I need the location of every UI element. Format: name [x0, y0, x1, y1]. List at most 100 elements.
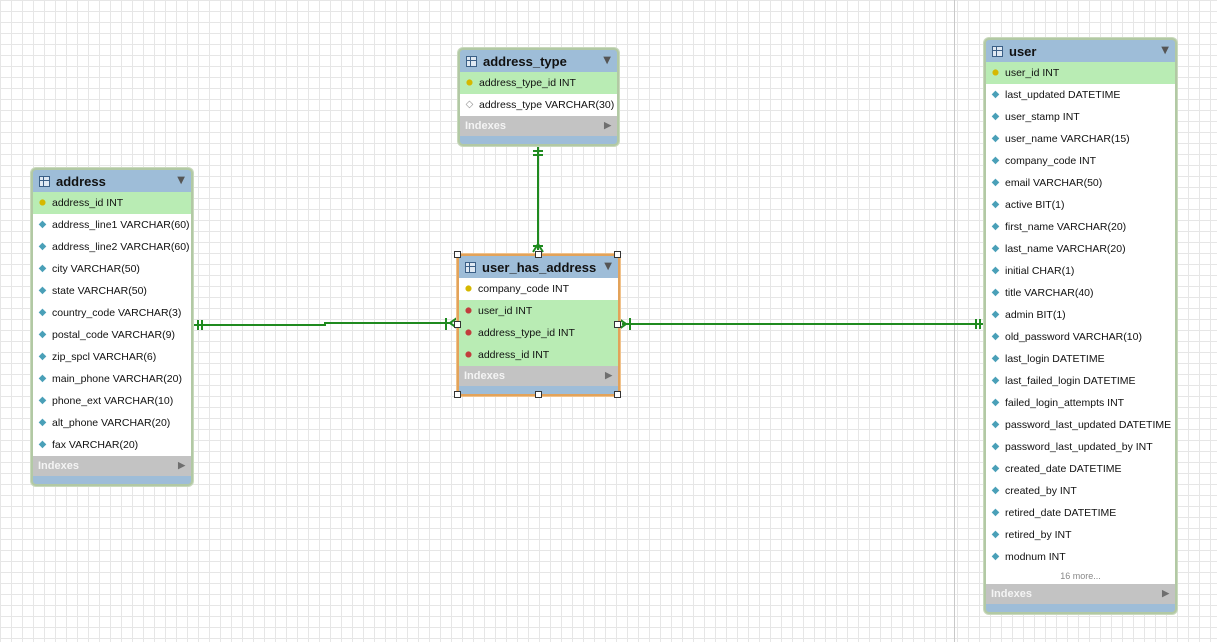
resize-handle-bottom-left[interactable] — [454, 391, 461, 398]
primary-key-icon: ⬤ — [466, 80, 473, 86]
column-row[interactable]: ⬤ address_id INT — [33, 192, 191, 214]
column-row[interactable]: ◆ main_phone VARCHAR(20) — [33, 368, 191, 390]
column-row[interactable]: ◆ password_last_updated DATETIME — [986, 414, 1175, 436]
column-diamond-icon: ◆ — [991, 529, 1000, 540]
table-address[interactable]: address ▼ ⬤ address_id INT ◆ address_line1 … — [31, 168, 193, 486]
column-diamond-icon: ◆ — [38, 439, 47, 450]
chevron-down-icon[interactable]: ▼ — [1161, 45, 1169, 56]
column-row[interactable]: ⬤ user_id INT — [986, 62, 1175, 84]
column-row[interactable]: ◆ failed_login_attempts INT — [986, 392, 1175, 414]
table-icon — [465, 261, 476, 273]
column-row[interactable]: ◆ created_by INT — [986, 480, 1175, 502]
column-diamond-icon: ◆ — [991, 155, 1000, 166]
indexes-label: Indexes — [991, 588, 1032, 600]
foreign-key-icon: ⬤ — [465, 352, 472, 358]
resize-handle-top-right[interactable] — [614, 251, 621, 258]
column-row[interactable]: ◆ title VARCHAR(40) — [986, 282, 1175, 304]
column-label: retired_date DATETIME — [1005, 507, 1117, 519]
column-row[interactable]: ⬤ address_type_id INT — [460, 72, 617, 94]
column-row[interactable]: ◆ zip_spcl VARCHAR(6) — [33, 346, 191, 368]
table-user-has-address[interactable]: user_has_address ▼ ⬤ company_code INT ⬤ use… — [457, 254, 620, 396]
table-user[interactable]: user ▼ ⬤ user_id INT ◆ last_updated DATETIM… — [984, 38, 1177, 614]
column-row[interactable]: ◆ postal_code VARCHAR(9) — [33, 324, 191, 346]
column-diamond-icon: ◆ — [38, 241, 47, 252]
indexes-section[interactable]: Indexes ▶ — [460, 116, 617, 136]
column-row[interactable]: ◆ email VARCHAR(50) — [986, 172, 1175, 194]
column-row[interactable]: ◆ alt_phone VARCHAR(20) — [33, 412, 191, 434]
column-row[interactable]: ◆ old_password VARCHAR(10) — [986, 326, 1175, 348]
expand-icon[interactable]: ▶ — [604, 120, 611, 131]
column-row[interactable]: ◆ last_updated DATETIME — [986, 84, 1175, 106]
resize-handle-right[interactable] — [614, 321, 621, 328]
column-diamond-icon: ◆ — [991, 221, 1000, 232]
table-header[interactable]: address_type ▼ — [460, 50, 617, 72]
indexes-section[interactable]: Indexes ▶ — [459, 366, 618, 386]
table-name: user — [1009, 43, 1037, 59]
column-row[interactable]: ⬤ address_id INT — [459, 344, 618, 366]
column-row[interactable]: ◆ first_name VARCHAR(20) — [986, 216, 1175, 238]
column-row[interactable]: ◆ company_code INT — [986, 150, 1175, 172]
resize-handle-bottom[interactable] — [535, 391, 542, 398]
column-row[interactable]: ⬤ address_type_id INT — [459, 322, 618, 344]
column-label: active BIT(1) — [1005, 199, 1065, 211]
column-label: address_id INT — [52, 197, 124, 209]
column-diamond-icon: ◆ — [991, 353, 1000, 364]
column-row[interactable]: ◆ modnum INT — [986, 546, 1175, 568]
chevron-down-icon[interactable]: ▼ — [604, 261, 612, 272]
column-row[interactable]: ⬤ user_id INT — [459, 300, 618, 322]
column-label: old_password VARCHAR(10) — [1005, 331, 1142, 343]
column-label: failed_login_attempts INT — [1005, 397, 1125, 409]
more-columns-label[interactable]: 16 more... — [986, 568, 1175, 584]
resize-handle-left[interactable] — [454, 321, 461, 328]
expand-icon[interactable]: ▶ — [605, 370, 612, 381]
column-row[interactable]: ◆ retired_date DATETIME — [986, 502, 1175, 524]
indexes-section[interactable]: Indexes ▶ — [33, 456, 191, 476]
table-header[interactable]: address ▼ — [33, 170, 191, 192]
relationship-address-to-user-has-address[interactable] — [193, 317, 458, 330]
column-row[interactable]: ◆ created_date DATETIME — [986, 458, 1175, 480]
column-row[interactable]: ◆ active BIT(1) — [986, 194, 1175, 216]
column-label: last_failed_login DATETIME — [1005, 375, 1136, 387]
column-row[interactable]: ◆ phone_ext VARCHAR(10) — [33, 390, 191, 412]
column-row[interactable]: ◆ initial CHAR(1) — [986, 260, 1175, 282]
column-diamond-icon: ◆ — [38, 395, 47, 406]
column-row[interactable]: ◆ address_line2 VARCHAR(60) — [33, 236, 191, 258]
column-row[interactable]: ◆ fax VARCHAR(20) — [33, 434, 191, 456]
column-row[interactable]: ◆ city VARCHAR(50) — [33, 258, 191, 280]
chevron-down-icon[interactable]: ▼ — [177, 175, 185, 186]
column-row[interactable]: ◆ retired_by INT — [986, 524, 1175, 546]
table-header[interactable]: user_has_address ▼ — [459, 256, 618, 278]
expand-icon[interactable]: ▶ — [178, 460, 185, 471]
column-row[interactable]: ⬤ company_code INT — [459, 278, 618, 300]
column-row[interactable]: ◆ last_login DATETIME — [986, 348, 1175, 370]
column-label: modnum INT — [1005, 551, 1066, 563]
relationship-user-to-user-has-address[interactable] — [618, 318, 983, 330]
column-diamond-icon: ◆ — [991, 199, 1000, 210]
column-row[interactable]: ◇ address_type VARCHAR(30) — [460, 94, 617, 116]
diagram-canvas[interactable]: address ▼ ⬤ address_id INT ◆ address_line1 … — [0, 0, 1217, 642]
column-row[interactable]: ◆ state VARCHAR(50) — [33, 280, 191, 302]
column-label: address_line2 VARCHAR(60) — [52, 241, 190, 253]
column-diamond-icon: ◆ — [991, 243, 1000, 254]
resize-handle-top[interactable] — [535, 251, 542, 258]
expand-icon[interactable]: ▶ — [1162, 588, 1169, 599]
column-label: phone_ext VARCHAR(10) — [52, 395, 174, 407]
column-row[interactable]: ◆ user_name VARCHAR(15) — [986, 128, 1175, 150]
table-address-type[interactable]: address_type ▼ ⬤ address_type_id INT ◇ addr… — [458, 48, 619, 146]
column-label: admin BIT(1) — [1005, 309, 1066, 321]
column-row[interactable]: ◆ country_code VARCHAR(3) — [33, 302, 191, 324]
column-row[interactable]: ◆ user_stamp INT — [986, 106, 1175, 128]
column-row[interactable]: ◆ last_name VARCHAR(20) — [986, 238, 1175, 260]
indexes-section[interactable]: Indexes ▶ — [986, 584, 1175, 604]
table-header[interactable]: user ▼ — [986, 40, 1175, 62]
column-label: company_code INT — [478, 283, 570, 295]
resize-handle-top-left[interactable] — [454, 251, 461, 258]
column-label: password_last_updated DATETIME — [1005, 419, 1172, 431]
relationship-address-type-to-user-has-address[interactable] — [532, 147, 544, 253]
column-row[interactable]: ◆ password_last_updated_by INT — [986, 436, 1175, 458]
column-row[interactable]: ◆ last_failed_login DATETIME — [986, 370, 1175, 392]
column-row[interactable]: ◆ admin BIT(1) — [986, 304, 1175, 326]
resize-handle-bottom-right[interactable] — [614, 391, 621, 398]
column-row[interactable]: ◆ address_line1 VARCHAR(60) — [33, 214, 191, 236]
chevron-down-icon[interactable]: ▼ — [603, 55, 611, 66]
